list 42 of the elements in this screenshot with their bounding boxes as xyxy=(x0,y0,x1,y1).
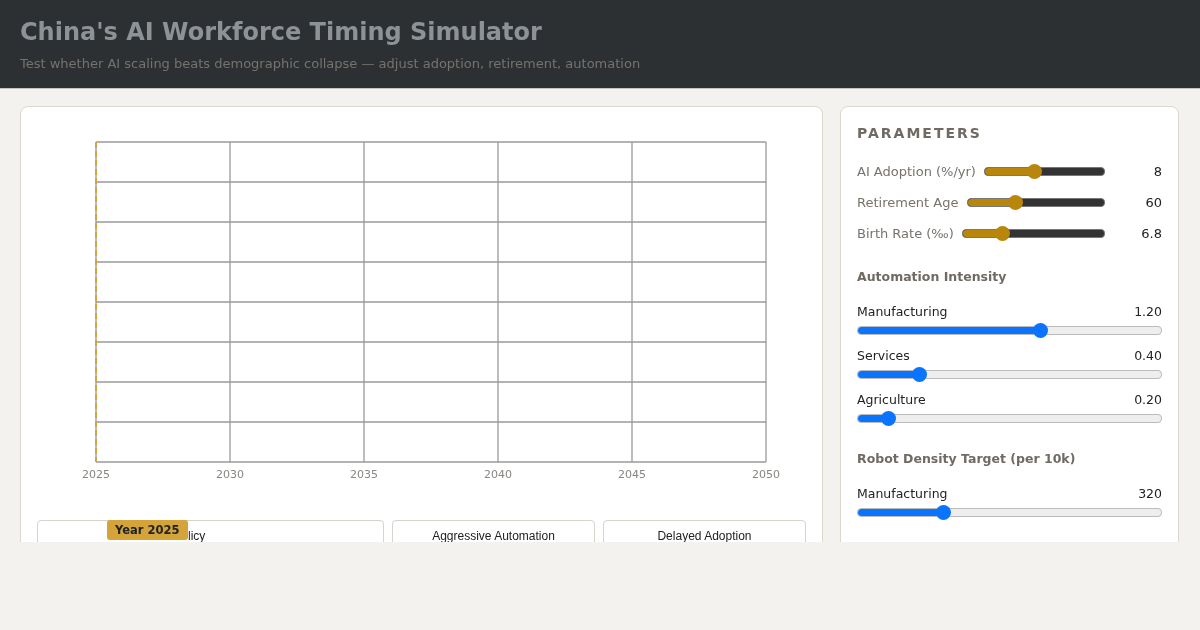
axis-tick-label: 2035 xyxy=(350,468,378,481)
axis-tick-label: 2025 xyxy=(82,468,110,481)
scenario-button[interactable]: Delayed Adoption xyxy=(603,520,806,542)
axis-tick-label: 2050 xyxy=(752,468,780,481)
panel-heading: PARAMETERS xyxy=(857,125,983,141)
slider-label: Retirement Age xyxy=(857,194,959,210)
slider-track[interactable] xyxy=(857,326,1162,335)
slider-value: 8 xyxy=(1152,163,1162,179)
section-heading: Automation Intensity xyxy=(857,269,1008,284)
slider-value: 60 xyxy=(1144,194,1162,210)
year-badge: Year 2025 xyxy=(107,520,188,540)
slider-label: AI Adoption (%/yr) xyxy=(857,163,976,179)
slider-track[interactable] xyxy=(857,508,1162,517)
page-title: China's AI Workforce Timing Simulator xyxy=(20,17,543,47)
slider-value: 320 xyxy=(1138,486,1162,501)
slider-label: Manufacturing xyxy=(857,304,948,319)
slider-track[interactable] xyxy=(857,414,1162,423)
axis-tick-label: 2040 xyxy=(484,468,512,481)
slider-track[interactable] xyxy=(983,166,1105,176)
slider-label: Agriculture xyxy=(857,392,926,407)
slider-value: 6.8 xyxy=(1140,225,1162,241)
slider-thumb[interactable] xyxy=(1032,323,1048,338)
slider-thumb[interactable] xyxy=(881,411,897,426)
slider-value: 1.20 xyxy=(1134,304,1162,319)
axis-tick-label: 2030 xyxy=(216,468,244,481)
slider-label: Manufacturing xyxy=(857,486,948,501)
slider-thumb[interactable] xyxy=(935,505,951,520)
slider-track[interactable] xyxy=(966,197,1105,207)
page-subtitle: Test whether AI scaling beats demographic collapse — adjust adoption, retirement, automation xyxy=(20,56,642,71)
section-heading: Robot Density Target (per 10k) xyxy=(857,451,1077,466)
slider-label: Services xyxy=(857,348,910,363)
axis-tick-label: 2045 xyxy=(618,468,646,481)
slider-track[interactable] xyxy=(857,370,1162,379)
slider-track[interactable] xyxy=(961,228,1105,238)
slider-thumb[interactable] xyxy=(995,225,1011,241)
slider-thumb[interactable] xyxy=(911,367,927,382)
slider-thumb[interactable] xyxy=(1026,163,1042,179)
slider-value: 0.20 xyxy=(1134,392,1162,407)
slider-value: 0.40 xyxy=(1134,348,1162,363)
slider-thumb[interactable] xyxy=(1008,194,1024,210)
slider-label: Birth Rate (‰) xyxy=(857,225,954,241)
scenario-button[interactable]: Aggressive Automation xyxy=(392,520,595,542)
